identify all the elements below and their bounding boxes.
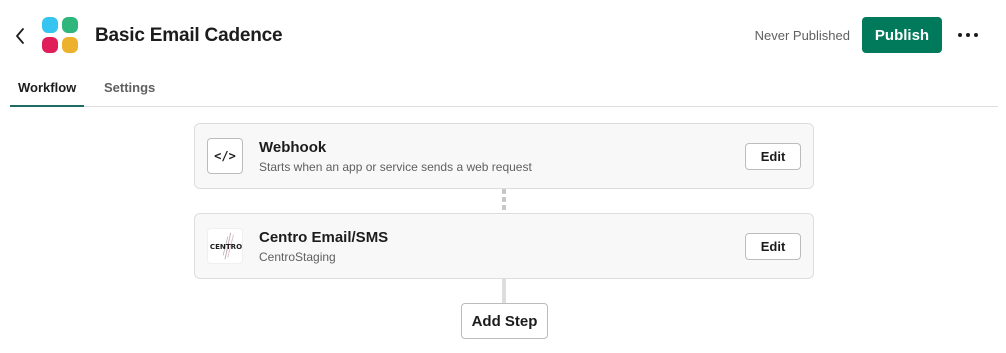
- edit-centro-button[interactable]: Edit: [745, 233, 801, 260]
- step-subtitle: CentroStaging: [259, 250, 336, 264]
- tab-workflow[interactable]: Workflow: [18, 80, 76, 96]
- workflow-step-centro[interactable]: CENTRO Centro Email/SMS CentroStaging Ed…: [194, 213, 814, 279]
- step-subtitle: Starts when an app or service sends a we…: [259, 160, 532, 174]
- more-horizontal-icon: [974, 33, 978, 37]
- active-tab-indicator: [10, 105, 84, 107]
- more-horizontal-icon: [958, 33, 962, 37]
- step-connector: [502, 189, 506, 213]
- centro-logo-text: CENTRO: [210, 242, 242, 251]
- workflow-title: Basic Email Cadence: [95, 25, 283, 46]
- workflow-header: Basic Email Cadence Never Published Publ…: [0, 0, 1006, 72]
- app-logo: [42, 17, 78, 53]
- more-options-button[interactable]: [954, 24, 982, 46]
- step-title: Centro Email/SMS: [259, 229, 389, 246]
- step-connector: [502, 279, 506, 303]
- edit-webhook-button[interactable]: Edit: [745, 143, 801, 170]
- code-icon: </>: [207, 138, 243, 174]
- chevron-left-icon: [16, 28, 24, 44]
- tab-bar: Workflow Settings: [10, 72, 998, 107]
- step-title: Webhook: [259, 139, 327, 156]
- publish-status: Never Published: [754, 28, 850, 43]
- publish-button[interactable]: Publish: [862, 17, 942, 53]
- more-horizontal-icon: [966, 33, 970, 37]
- back-button[interactable]: [10, 24, 30, 48]
- workflow-step-webhook[interactable]: </> Webhook Starts when an app or servic…: [194, 123, 814, 189]
- centro-logo-icon: CENTRO: [207, 228, 243, 264]
- add-step-button[interactable]: Add Step: [461, 303, 548, 339]
- tab-settings[interactable]: Settings: [104, 80, 155, 96]
